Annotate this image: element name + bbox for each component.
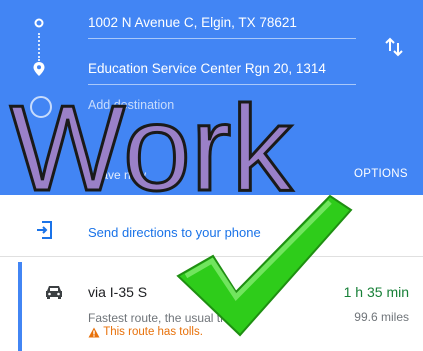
add-destination-label[interactable]: Add destination [88,98,174,112]
leave-now-dropdown[interactable]: Leave now [88,168,146,182]
options-button[interactable]: OPTIONS [354,168,408,180]
destination-input[interactable]: Education Service Center Rgn 20, 1314 [88,54,356,85]
route-distance: 99.6 miles [354,310,409,324]
route-tolls-warning: This route has tolls. [88,326,203,338]
route-dots-icon [38,33,42,61]
origin-dot-icon [34,15,44,33]
warning-icon [88,327,100,337]
swap-icon[interactable] [381,34,407,60]
route-card[interactable]: via I-35 S 1 h 35 min Fastest route, the… [18,262,423,351]
send-to-phone-row[interactable]: Send directions to your phone [0,212,423,252]
destination-pin-icon [32,61,46,82]
divider [0,256,423,257]
car-icon [44,284,64,305]
route-time: 1 h 35 min [343,284,409,300]
send-directions-link[interactable]: Send directions to your phone [88,225,261,240]
add-destination-icon[interactable] [30,96,52,118]
route-description: Fastest route, the usual traffic [88,311,246,325]
send-to-phone-icon [36,220,54,245]
origin-input[interactable]: 1002 N Avenue C, Elgin, TX 78621 [88,8,356,39]
route-via-label: via I-35 S [88,284,148,300]
tolls-text: This route has tolls. [103,326,203,338]
directions-header: 1002 N Avenue C, Elgin, TX 78621 Educati… [0,0,423,195]
